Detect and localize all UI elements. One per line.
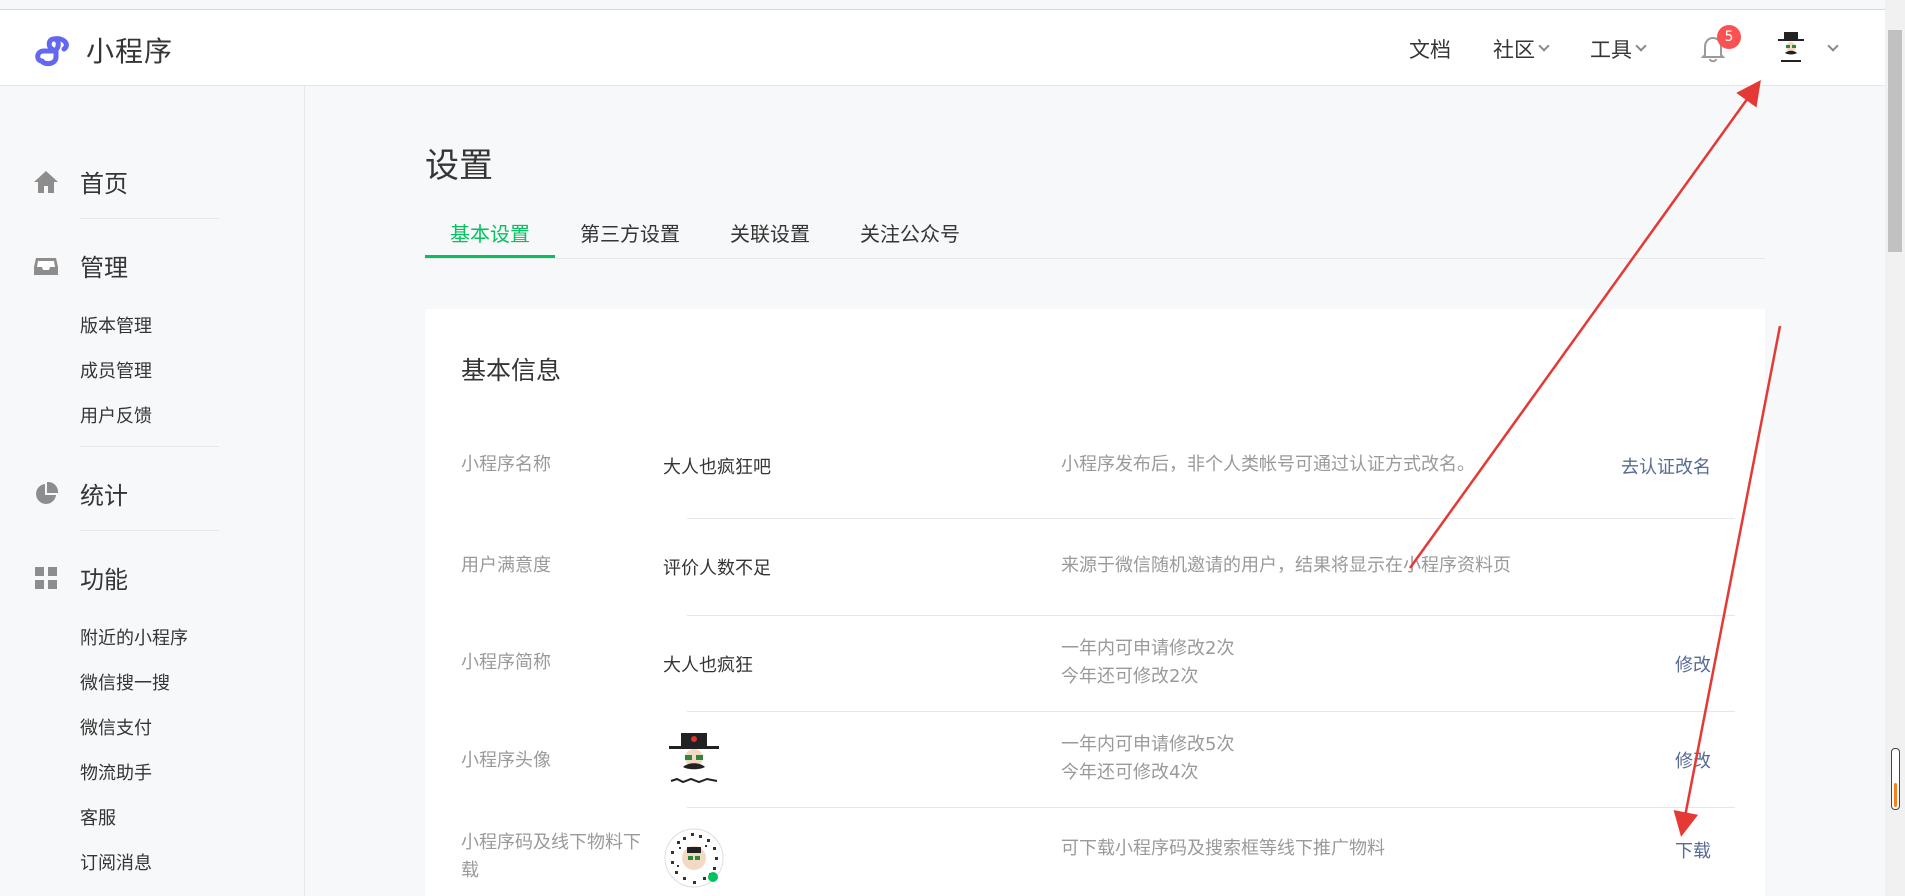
sidebar-manage-label: 管理 xyxy=(80,254,128,282)
sidebar-item-subscribe[interactable]: 订阅消息 xyxy=(80,849,152,875)
user-avatar[interactable] xyxy=(1771,29,1811,69)
chevron-down-icon[interactable] xyxy=(1827,39,1839,52)
row-label: 小程序码及线下物料下载 xyxy=(461,832,641,881)
notification-badge: 5 xyxy=(1717,24,1741,49)
sidebar-divider xyxy=(80,218,219,219)
info-row-name: 小程序名称 大人也疯狂吧 小程序发布后，非个人类帐号可通过认证方式改名。 去认证… xyxy=(461,419,1735,515)
sidebar-item-feedback[interactable]: 用户反馈 xyxy=(80,402,152,428)
sidebar-home-label: 首页 xyxy=(80,170,128,198)
scroll-indicator xyxy=(1891,748,1900,810)
sidebar-stats-label: 统计 xyxy=(80,482,128,510)
row-value: 大人也疯狂 xyxy=(663,655,753,676)
row-label: 用户满意度 xyxy=(461,555,551,576)
tab-basic-settings[interactable]: 基本设置 xyxy=(425,214,555,258)
sidebar-item-pay[interactable]: 微信支付 xyxy=(80,714,152,740)
nav-docs[interactable]: 文档 xyxy=(1409,34,1451,64)
tab-third-party[interactable]: 第三方设置 xyxy=(555,214,705,258)
sidebar-item-search[interactable]: 微信搜一搜 xyxy=(80,669,170,695)
notification-bell[interactable]: 5 xyxy=(1700,24,1741,63)
tab-association[interactable]: 关联设置 xyxy=(705,214,835,258)
mini-program-avatar xyxy=(669,733,719,784)
sidebar-item-nearby[interactable]: 附近的小程序 xyxy=(80,624,188,650)
sidebar-item-manage[interactable]: 管理 xyxy=(33,248,128,283)
nav-tools-label: 工具 xyxy=(1590,37,1632,62)
sidebar-item-stats[interactable]: 统计 xyxy=(33,476,128,511)
sidebar-divider xyxy=(80,530,219,531)
logo[interactable]: 小程序 xyxy=(34,30,173,70)
sidebar-item-home[interactable]: 首页 xyxy=(33,164,128,199)
nav-community-label: 社区 xyxy=(1493,37,1535,62)
page-scrollbar[interactable] xyxy=(1885,0,1905,896)
top-bar: 小程序 文档 社区 工具 5 xyxy=(0,9,1885,86)
row-value: 大人也疯狂吧 xyxy=(663,457,771,478)
row-tip-line2: 今年还可修改2次 xyxy=(1061,666,1199,687)
settings-tabs: 基本设置 第三方设置 关联设置 关注公众号 xyxy=(425,214,1765,259)
row-tip: 小程序发布后，非个人类帐号可通过认证方式改名。 xyxy=(1061,454,1475,475)
sidebar-item-logistics[interactable]: 物流助手 xyxy=(80,759,152,785)
sidebar-item-service[interactable]: 客服 xyxy=(80,804,116,830)
info-row-avatar: 小程序头像 一年内可申请修改5次 今年还可修改4次 修改 xyxy=(461,711,1735,807)
row-tip-line1: 一年内可申请修改5次 xyxy=(1061,734,1235,755)
row-label: 小程序简称 xyxy=(461,652,551,673)
pie-chart-icon xyxy=(36,481,59,504)
edit-avatar-link[interactable]: 修改 xyxy=(1675,747,1711,773)
basic-info-card: 基本信息 小程序名称 大人也疯狂吧 小程序发布后，非个人类帐号可通过认证方式改名… xyxy=(425,309,1765,896)
chevron-down-icon xyxy=(1635,40,1647,52)
scroll-indicator-fill xyxy=(1894,783,1897,807)
top-nav: 文档 社区 工具 5 xyxy=(1367,10,1839,87)
nav-tools[interactable]: 工具 xyxy=(1590,34,1647,64)
row-tip: 可下载小程序码及搜索框等线下推广物料 xyxy=(1061,838,1385,859)
info-row-short-name: 小程序简称 大人也疯狂 一年内可申请修改2次 今年还可修改2次 修改 xyxy=(461,615,1735,711)
download-qrcode-link[interactable]: 下载 xyxy=(1675,837,1711,863)
row-tip: 来源于微信随机邀请的用户，结果将显示在小程序资料页 xyxy=(1061,555,1511,576)
edit-short-name-link[interactable]: 修改 xyxy=(1675,651,1711,677)
info-row-qrcode: 小程序码及线下物料下载 可下载小程序码及搜索框等线下推广物料 下载 xyxy=(461,807,1735,896)
sidebar-divider xyxy=(80,446,219,447)
row-tip-line2: 今年还可修改4次 xyxy=(1061,762,1199,783)
nav-community[interactable]: 社区 xyxy=(1493,34,1550,64)
mini-program-logo-icon xyxy=(35,36,69,67)
tab-follow-account[interactable]: 关注公众号 xyxy=(835,214,985,258)
row-value: 评价人数不足 xyxy=(663,558,771,579)
scrollbar-thumb[interactable] xyxy=(1888,30,1902,252)
row-divider xyxy=(687,807,1735,808)
sidebar-item-features[interactable]: 功能 xyxy=(33,560,128,595)
mini-program-code-image xyxy=(664,828,724,888)
row-tip-line1: 一年内可申请修改2次 xyxy=(1061,638,1235,659)
row-divider xyxy=(687,711,1735,712)
card-title: 基本信息 xyxy=(461,356,562,385)
home-icon xyxy=(34,170,58,193)
row-label: 小程序头像 xyxy=(461,750,551,771)
logo-text: 小程序 xyxy=(86,35,174,68)
sidebar-features-label: 功能 xyxy=(80,566,128,594)
info-row-satisfaction: 用户满意度 评价人数不足 来源于微信随机邀请的用户，结果将显示在小程序资料页 xyxy=(461,518,1735,614)
sidebar-item-version[interactable]: 版本管理 xyxy=(80,312,152,338)
grid-icon xyxy=(35,566,57,589)
sidebar-item-members[interactable]: 成员管理 xyxy=(80,357,152,383)
row-divider xyxy=(687,518,1735,519)
row-divider xyxy=(687,615,1735,616)
chevron-down-icon xyxy=(1538,40,1550,52)
inbox-icon xyxy=(34,257,58,275)
page-title: 设置 xyxy=(425,146,493,186)
sidebar: 首页 管理 版本管理 成员管理 用户反馈 统计 功能 附近的小程序 微信搜一搜 … xyxy=(0,86,305,896)
row-label: 小程序名称 xyxy=(461,454,551,475)
verify-rename-link[interactable]: 去认证改名 xyxy=(1621,453,1711,479)
